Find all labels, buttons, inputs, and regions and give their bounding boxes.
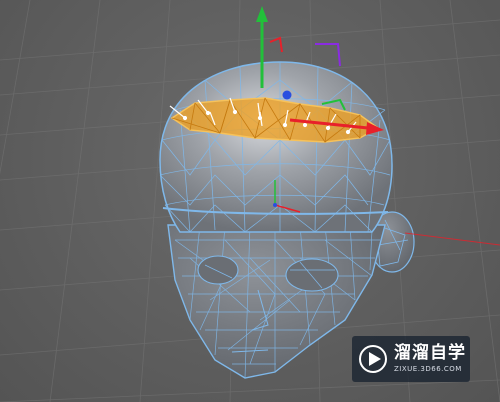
3d-viewport[interactable]: 溜溜自学 ZIXUE.3D66.COM [0,0,500,402]
watermark-text: 溜溜自学 ZIXUE.3D66.COM [394,345,466,373]
watermark-name: 溜溜自学 [394,343,466,363]
play-icon [359,345,387,373]
watermark: 溜溜自学 ZIXUE.3D66.COM [352,336,470,382]
z-axis-handle[interactable] [282,90,292,100]
watermark-url: ZIXUE.3D66.COM [394,365,462,373]
